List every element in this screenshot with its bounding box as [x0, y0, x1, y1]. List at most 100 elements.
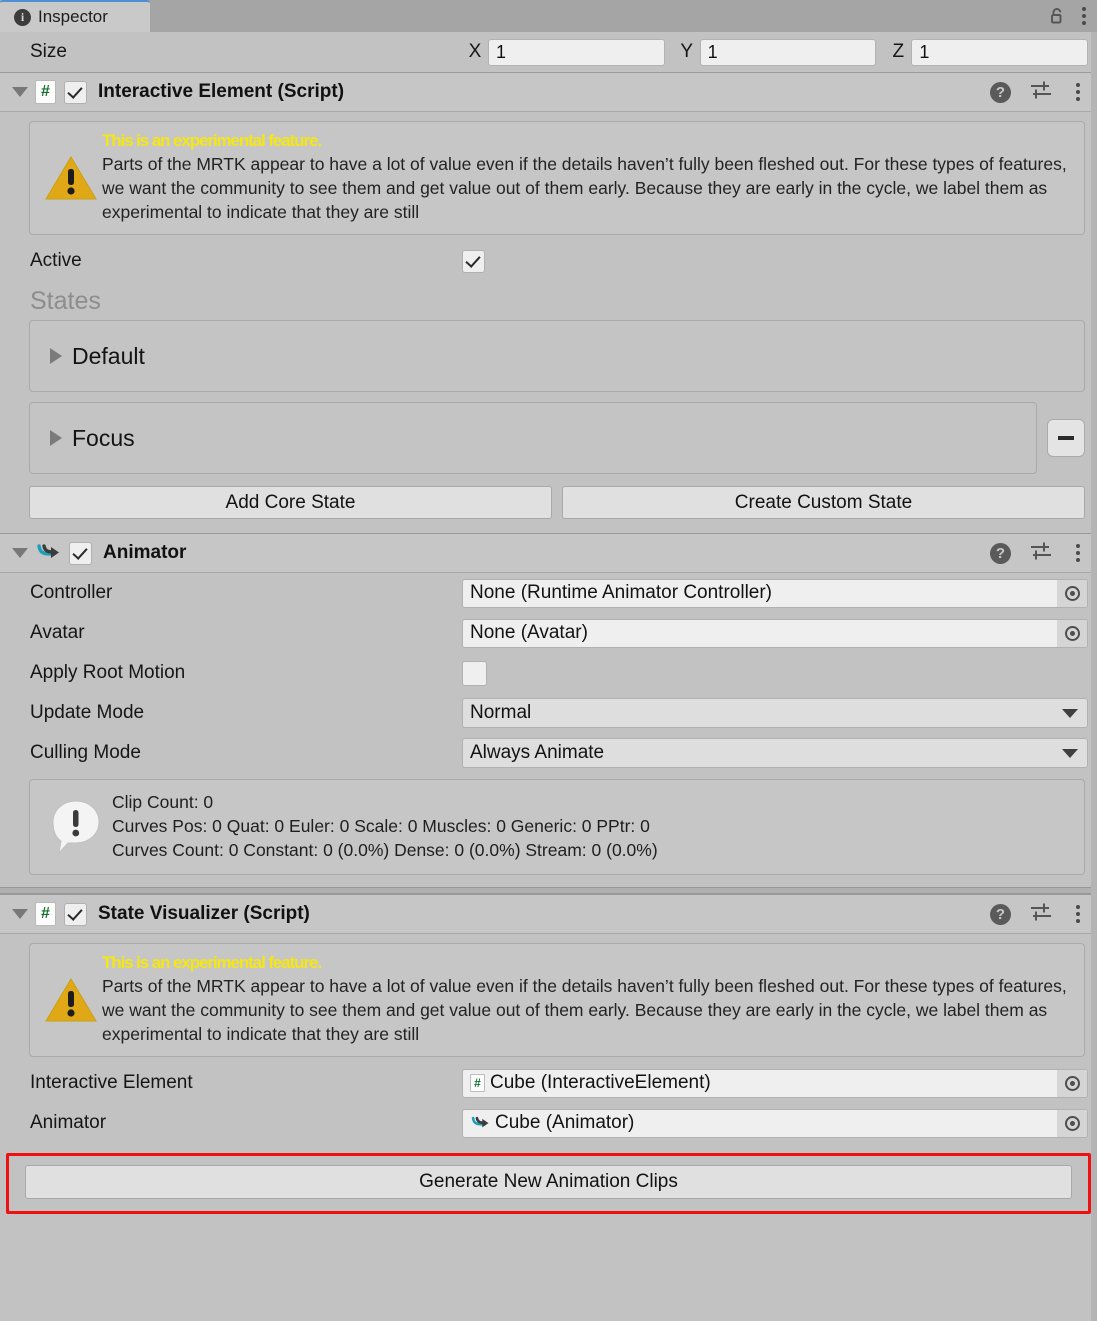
vertical-scrollbar[interactable]	[1091, 32, 1097, 1321]
tab-inspector[interactable]: i Inspector	[0, 0, 150, 32]
component-header-interactive-element[interactable]: # Interactive Element (Script) ?	[0, 72, 1097, 112]
animator-enabled-checkbox[interactable]	[69, 541, 92, 565]
remove-state-button[interactable]	[1047, 419, 1085, 457]
foldout-triangle-down-icon[interactable]	[12, 909, 28, 919]
size-y-item: Y 1	[674, 38, 886, 66]
size-y-axis-label: Y	[680, 41, 694, 62]
sv-interactive-element-value: Cube (InteractiveElement)	[490, 1072, 711, 1093]
size-vector3-field: X 1 Y 1 Z 1	[462, 38, 1097, 66]
preset-sliders-icon[interactable]	[1029, 902, 1053, 927]
active-row: Active	[0, 241, 1097, 281]
unlocked-padlock-icon[interactable]	[1047, 6, 1067, 26]
warning-triangle-icon	[40, 976, 102, 1024]
size-x-item: X 1	[462, 38, 674, 66]
foldout-triangle-down-icon[interactable]	[12, 87, 28, 97]
culling-mode-value: Always Animate	[470, 742, 605, 763]
size-row: Size X 1 Y 1 Z 1	[0, 32, 1097, 72]
help-icon[interactable]: ?	[990, 542, 1011, 564]
tab-inspector-label: Inspector	[38, 7, 108, 26]
object-picker-button[interactable]	[1057, 1069, 1087, 1097]
kebab-menu-icon[interactable]	[1071, 83, 1085, 101]
culling-mode-dropdown[interactable]: Always Animate	[462, 738, 1088, 768]
culling-mode-label: Culling Mode	[30, 742, 141, 763]
animator-icon	[470, 1114, 490, 1133]
state-foldout-focus[interactable]: Focus	[29, 402, 1037, 474]
interactive-element-body: This is an experimental feature. Parts o…	[0, 121, 1097, 533]
size-z-item: Z 1	[885, 38, 1097, 66]
apply-root-motion-label: Apply Root Motion	[30, 662, 186, 683]
update-mode-dropdown[interactable]: Normal	[462, 698, 1088, 728]
animator-controller-row: Controller None (Runtime Animator Contro…	[0, 573, 1097, 613]
active-label: Active	[30, 250, 82, 271]
curves-line: Curves Pos: 0 Quat: 0 Euler: 0 Scale: 0 …	[112, 816, 650, 836]
curves-count-line: Curves Count: 0 Constant: 0 (0.0%) Dense…	[112, 840, 658, 860]
avatar-object-field[interactable]: None (Avatar)	[462, 618, 1088, 648]
sv-animator-object-field[interactable]: Cube (Animator)	[462, 1108, 1088, 1138]
object-picker-button[interactable]	[1057, 579, 1087, 607]
foldout-triangle-down-icon[interactable]	[12, 548, 28, 558]
state-visualizer-enabled-checkbox[interactable]	[64, 902, 87, 926]
interactive-element-title: Interactive Element (Script)	[98, 81, 345, 102]
animator-apply-root-motion-row: Apply Root Motion	[0, 653, 1097, 693]
sv-interactive-element-object-field[interactable]: # Cube (InteractiveElement)	[462, 1068, 1088, 1098]
preset-sliders-icon[interactable]	[1029, 541, 1053, 566]
kebab-menu-icon[interactable]	[1077, 7, 1091, 25]
component-separator	[0, 887, 1097, 894]
animator-title: Animator	[103, 542, 187, 563]
create-custom-state-button[interactable]: Create Custom State	[562, 486, 1085, 519]
foldout-triangle-right-icon[interactable]	[50, 430, 62, 446]
animator-body: Controller None (Runtime Animator Contro…	[0, 573, 1097, 887]
component-header-state-visualizer[interactable]: # State Visualizer (Script) ?	[0, 894, 1097, 934]
object-picker-button[interactable]	[1057, 1109, 1087, 1137]
help-icon[interactable]: ?	[990, 903, 1011, 925]
state-row-default: Default	[0, 320, 1097, 392]
preset-sliders-icon[interactable]	[1029, 80, 1053, 105]
kebab-menu-icon[interactable]	[1071, 905, 1085, 923]
help-icon[interactable]: ?	[990, 81, 1011, 103]
states-section-title: States	[30, 287, 101, 315]
warning-body: Parts of the MRTK appear to have a lot o…	[102, 154, 1067, 222]
size-y-input[interactable]: 1	[699, 38, 877, 66]
active-checkbox[interactable]	[462, 249, 485, 273]
experimental-warning-box: This is an experimental feature. Parts o…	[29, 121, 1085, 235]
size-z-axis-label: Z	[892, 41, 905, 62]
sv-animator-label: Animator	[30, 1112, 107, 1133]
size-x-input[interactable]: 1	[488, 38, 665, 66]
state-row-focus: Focus	[0, 402, 1097, 474]
size-x-axis-label: X	[468, 41, 482, 62]
add-core-state-button[interactable]: Add Core State	[29, 486, 552, 519]
animator-update-mode-row: Update Mode Normal	[0, 693, 1097, 733]
update-mode-label: Update Mode	[30, 702, 145, 723]
state-foldout-default[interactable]: Default	[29, 320, 1085, 392]
apply-root-motion-checkbox[interactable]	[462, 660, 487, 686]
avatar-label: Avatar	[30, 622, 85, 643]
csharp-script-icon: #	[35, 80, 56, 104]
controller-object-field[interactable]: None (Runtime Animator Controller)	[462, 578, 1088, 608]
generate-new-animation-clips-button[interactable]: Generate New Animation Clips	[25, 1165, 1072, 1199]
warning-body: Parts of the MRTK appear to have a lot o…	[102, 976, 1067, 1044]
interactive-element-enabled-checkbox[interactable]	[64, 80, 87, 104]
state-visualizer-body: This is an experimental feature. Parts o…	[0, 943, 1097, 1216]
object-picker-button[interactable]	[1057, 619, 1087, 647]
kebab-menu-icon[interactable]	[1071, 544, 1085, 562]
foldout-triangle-right-icon[interactable]	[50, 348, 62, 364]
size-label: Size	[30, 41, 67, 62]
size-z-input[interactable]: 1	[911, 38, 1089, 66]
state-buttons-row: Add Core State Create Custom State	[0, 484, 1097, 531]
update-mode-value: Normal	[470, 702, 532, 723]
minus-icon	[1058, 436, 1074, 440]
animator-stats-box: Clip Count: 0 Curves Pos: 0 Quat: 0 Eule…	[29, 779, 1085, 875]
csharp-script-icon: #	[470, 1074, 485, 1092]
generate-clips-highlight: Generate New Animation Clips	[6, 1153, 1091, 1214]
component-header-animator[interactable]: Animator ?	[0, 533, 1097, 573]
clip-count-line: Clip Count: 0	[112, 792, 214, 812]
inspector-tabbar: i Inspector	[0, 0, 1097, 32]
state-name-default: Default	[72, 342, 145, 369]
info-speech-bubble-icon	[40, 797, 112, 855]
animator-culling-mode-row: Culling Mode Always Animate	[0, 733, 1097, 773]
sv-animator-row: Animator Cube (Animator)	[0, 1103, 1097, 1143]
sv-animator-value: Cube (Animator)	[495, 1112, 635, 1133]
controller-value: None (Runtime Animator Controller)	[470, 582, 773, 603]
animator-avatar-row: Avatar None (Avatar)	[0, 613, 1097, 653]
warning-title: This is an experimental feature.	[102, 953, 322, 972]
